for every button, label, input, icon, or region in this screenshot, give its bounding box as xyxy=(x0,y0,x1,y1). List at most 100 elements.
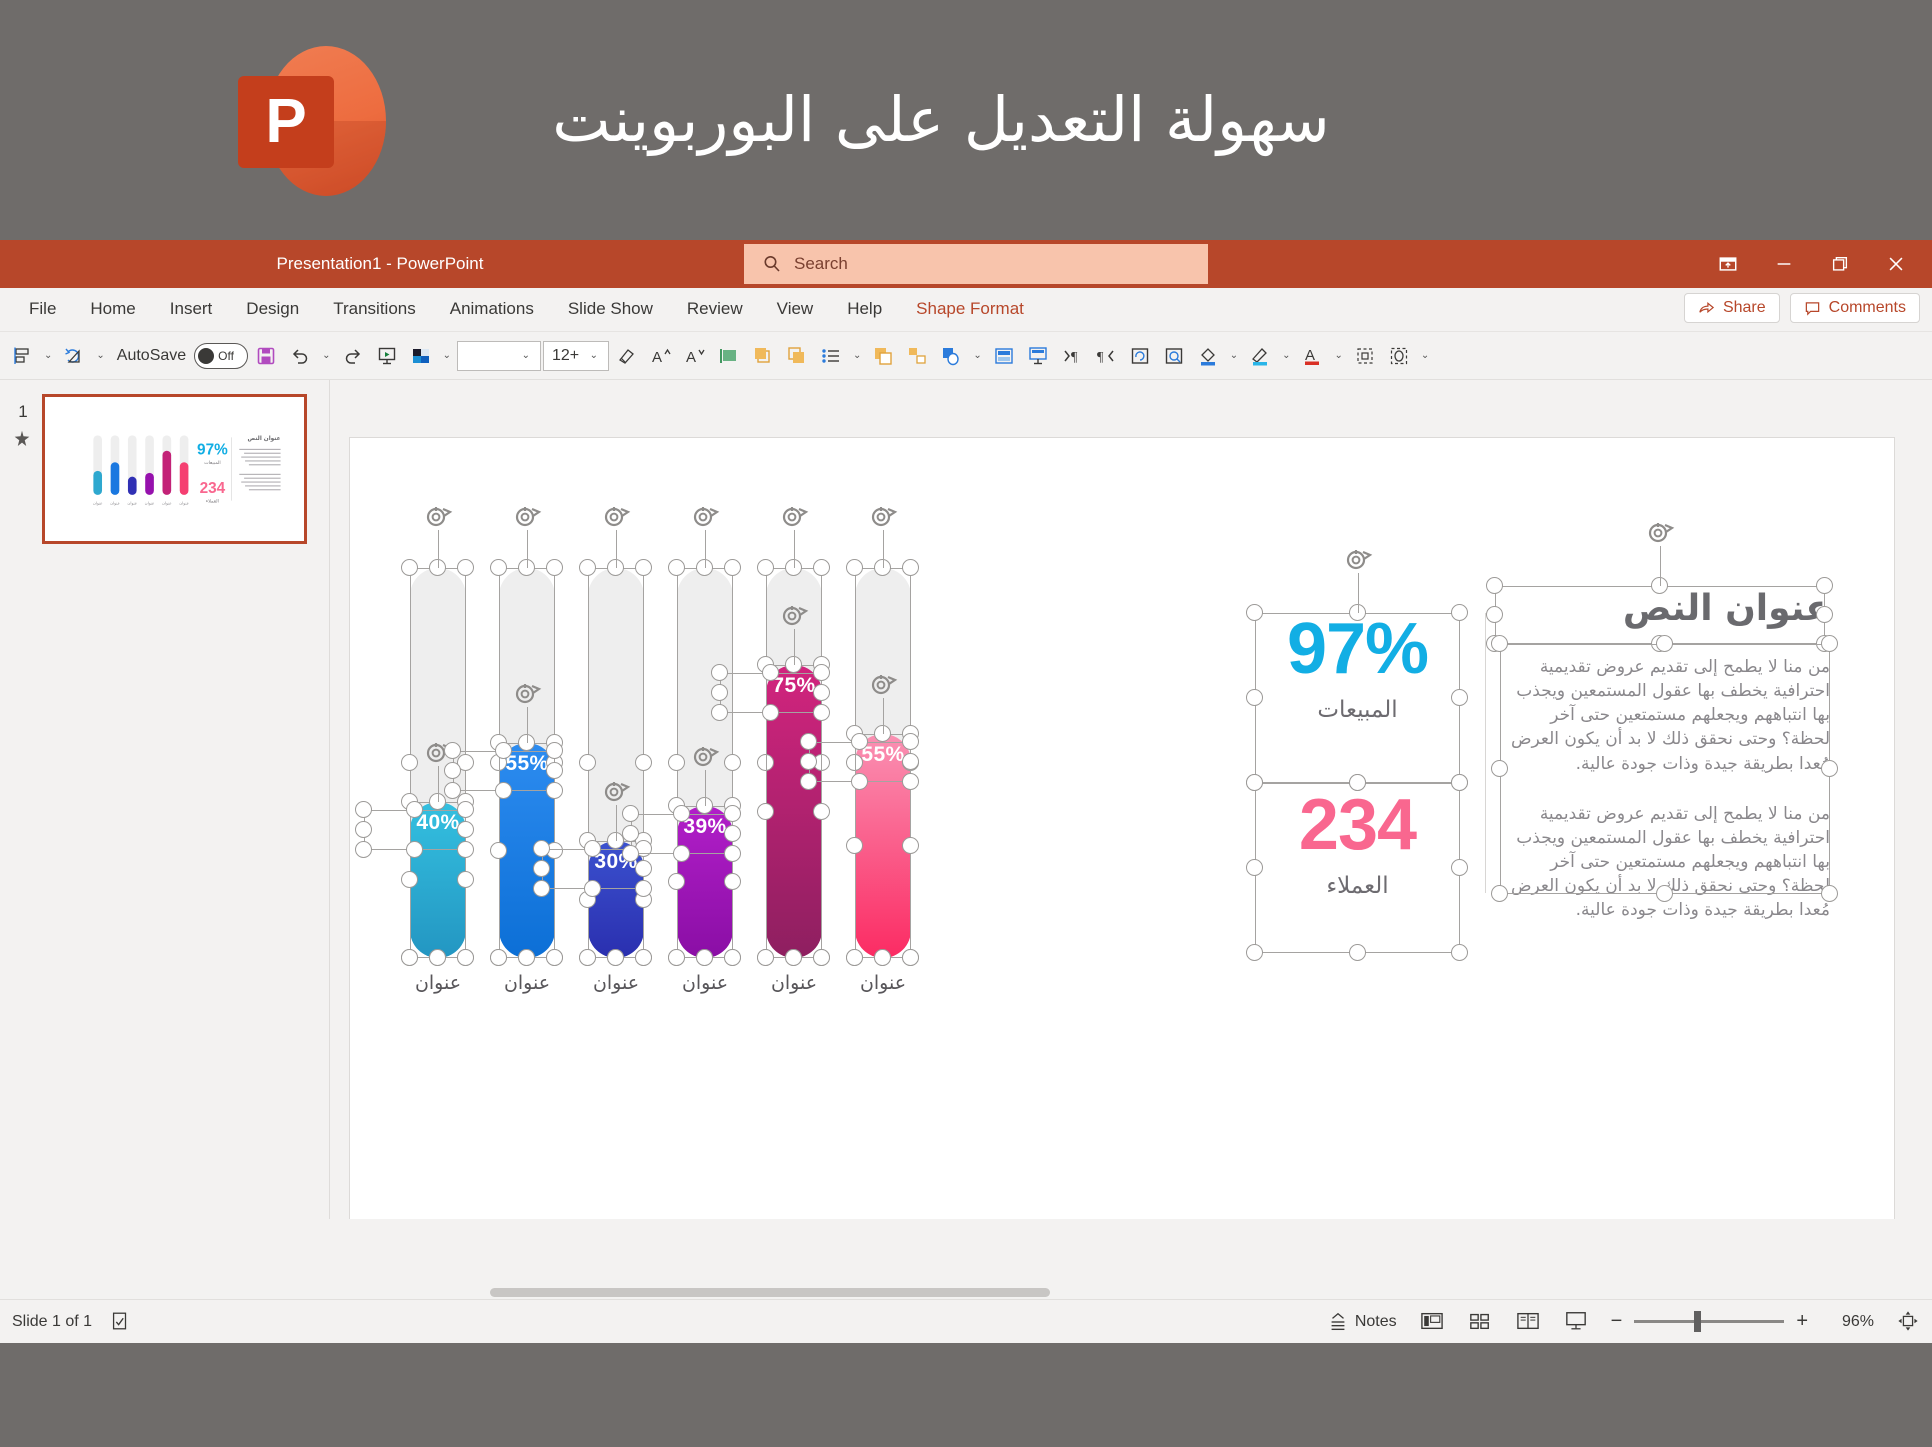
resize-handle[interactable] xyxy=(724,825,741,842)
resize-handle[interactable] xyxy=(584,880,601,897)
resize-handle[interactable] xyxy=(762,704,779,721)
zoom-slider[interactable] xyxy=(1634,1311,1785,1332)
tab-review[interactable]: Review xyxy=(672,292,758,326)
resize-handle[interactable] xyxy=(490,559,507,576)
resize-handle[interactable] xyxy=(902,837,919,854)
tab-shape-format[interactable]: Shape Format xyxy=(901,292,1039,326)
shape-outline-caret[interactable]: ⌄ xyxy=(1278,350,1294,361)
resize-handle[interactable] xyxy=(1348,774,1366,791)
resize-handle[interactable] xyxy=(579,949,596,966)
resize-handle[interactable] xyxy=(813,704,830,721)
minimize-button[interactable] xyxy=(1756,240,1812,288)
undo-button[interactable] xyxy=(284,339,316,373)
resize-handle[interactable] xyxy=(355,801,372,818)
resize-handle[interactable] xyxy=(1491,635,1508,652)
rotate-handle-icon[interactable] xyxy=(868,669,898,699)
rotate-objects-button[interactable] xyxy=(58,339,90,373)
resize-handle[interactable] xyxy=(757,802,774,820)
rotate-handle-icon[interactable] xyxy=(690,501,720,531)
resize-handle[interactable] xyxy=(635,949,652,966)
resize-handle[interactable] xyxy=(711,684,728,701)
resize-handle[interactable] xyxy=(902,773,919,790)
rotate-handle-icon[interactable] xyxy=(868,501,898,531)
theme-colors-button[interactable] xyxy=(405,339,437,373)
resize-handle[interactable] xyxy=(401,754,418,771)
resize-handle[interactable] xyxy=(800,773,817,790)
bring-forward-button[interactable] xyxy=(747,339,779,373)
resize-handle[interactable] xyxy=(1491,885,1508,902)
tab-home[interactable]: Home xyxy=(75,292,150,326)
align-objects-caret[interactable]: ⌄ xyxy=(40,350,56,361)
start-slideshow-button[interactable] xyxy=(371,339,403,373)
resize-handle[interactable] xyxy=(546,742,563,759)
resize-handle[interactable] xyxy=(457,801,474,818)
resize-handle[interactable] xyxy=(429,949,446,966)
duplicate-button[interactable] xyxy=(867,339,899,373)
resize-handle[interactable] xyxy=(457,871,474,888)
resize-handle[interactable] xyxy=(724,559,741,576)
resize-handle[interactable] xyxy=(533,840,550,857)
resize-handle[interactable] xyxy=(444,762,461,779)
resize-handle[interactable] xyxy=(406,801,423,818)
comments-button[interactable]: Comments xyxy=(1789,293,1920,323)
resize-handle[interactable] xyxy=(902,949,919,966)
resize-handle[interactable] xyxy=(1821,885,1838,902)
resize-handle[interactable] xyxy=(800,733,817,750)
font-color-button[interactable]: A xyxy=(1297,339,1329,373)
resize-handle[interactable] xyxy=(1486,606,1503,623)
align-objects-button[interactable] xyxy=(6,339,38,373)
notes-button[interactable]: Notes xyxy=(1326,1311,1397,1333)
tab-help[interactable]: Help xyxy=(832,292,897,326)
autosave-toggle[interactable]: Off xyxy=(194,342,249,369)
resize-handle[interactable] xyxy=(1348,944,1366,961)
resize-handle[interactable] xyxy=(1246,944,1263,961)
resize-handle[interactable] xyxy=(668,754,685,771)
resize-handle[interactable] xyxy=(457,841,474,858)
resize-handle[interactable] xyxy=(1246,859,1263,876)
resize-handle[interactable] xyxy=(1246,604,1263,621)
tab-transitions[interactable]: Transitions xyxy=(318,292,431,326)
resize-handle[interactable] xyxy=(635,754,652,771)
resize-handle[interactable] xyxy=(813,684,830,701)
resize-handle[interactable] xyxy=(635,880,652,897)
resize-handle[interactable] xyxy=(724,845,741,862)
resize-handle[interactable] xyxy=(607,949,624,966)
resize-handle[interactable] xyxy=(813,802,830,820)
resize-handle[interactable] xyxy=(724,873,741,890)
resize-handle[interactable] xyxy=(579,559,596,576)
resize-handle[interactable] xyxy=(622,845,639,862)
group-button[interactable] xyxy=(901,339,933,373)
resize-handle[interactable] xyxy=(724,805,741,822)
resize-handle[interactable] xyxy=(673,805,690,822)
resize-handle[interactable] xyxy=(444,742,461,759)
slide-editing-surface[interactable]: 40% عنوان 55% عنوان 30% عنوان 39% عنوان … xyxy=(350,438,1894,1219)
resize-handle[interactable] xyxy=(673,845,690,862)
resize-handle[interactable] xyxy=(851,733,868,750)
resize-handle[interactable] xyxy=(1816,606,1833,623)
resize-handle[interactable] xyxy=(757,949,774,966)
resize-handle[interactable] xyxy=(1821,635,1838,652)
send-backward-button[interactable] xyxy=(781,339,813,373)
resize-handle[interactable] xyxy=(1491,760,1508,777)
tab-view[interactable]: View xyxy=(762,292,829,326)
resize-handle[interactable] xyxy=(785,949,802,966)
font-name-caret[interactable]: ⌄ xyxy=(518,350,534,361)
bullets-button[interactable] xyxy=(815,339,847,373)
resize-handle[interactable] xyxy=(533,880,550,897)
restore-button[interactable] xyxy=(1812,240,1868,288)
resize-handle[interactable] xyxy=(1816,577,1833,594)
rotate-handle-icon[interactable] xyxy=(601,776,631,806)
resize-handle[interactable] xyxy=(1451,774,1468,791)
undo-caret[interactable]: ⌄ xyxy=(318,350,334,361)
resize-handle[interactable] xyxy=(584,840,601,857)
redo-button[interactable] xyxy=(337,339,369,373)
resize-handle[interactable] xyxy=(762,664,779,681)
resize-handle[interactable] xyxy=(495,742,512,759)
resize-handle[interactable] xyxy=(457,821,474,838)
rotate-handle-icon[interactable] xyxy=(512,678,542,708)
shape-fill-button[interactable] xyxy=(1192,339,1224,373)
align-button[interactable] xyxy=(1383,339,1415,373)
tab-file[interactable]: File xyxy=(14,292,71,326)
resize-handle[interactable] xyxy=(757,559,774,576)
preview-button[interactable] xyxy=(1158,339,1190,373)
